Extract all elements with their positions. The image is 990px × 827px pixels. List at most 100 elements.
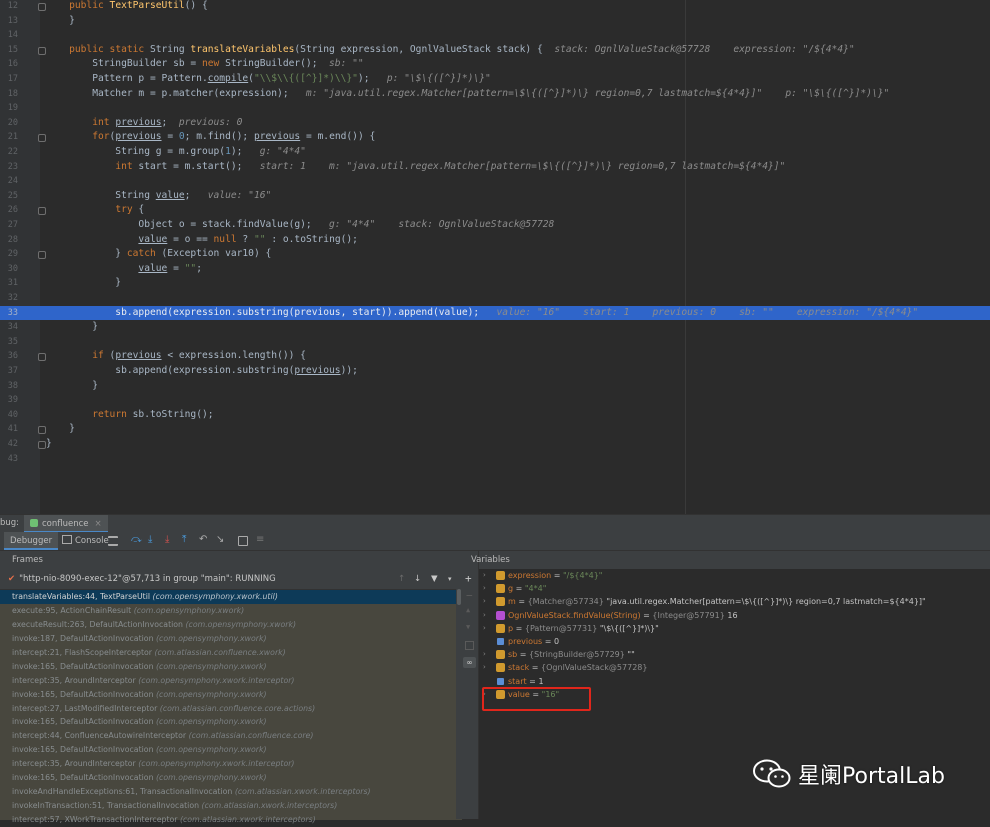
variable-row[interactable]: › g = "4*4" xyxy=(479,582,990,595)
fold-marker-icon[interactable] xyxy=(38,3,46,11)
code-line[interactable]: 21 for(previous = 0; m.find(); previous … xyxy=(0,130,990,145)
frame-item[interactable]: invokeInTransaction:51, TransactionalInv… xyxy=(0,799,462,813)
variables-tree[interactable]: › expression = "/${4*4}" › g = "4*4" › m = {M… xyxy=(479,569,990,701)
expand-arrow-icon[interactable]: › xyxy=(483,595,486,608)
fold-marker-icon[interactable] xyxy=(38,46,46,55)
fold-marker-icon[interactable] xyxy=(38,441,46,449)
code-line[interactable]: 35 xyxy=(0,335,990,350)
move-up-icon[interactable]: ▲ xyxy=(466,606,470,614)
scrollbar-thumb[interactable] xyxy=(457,589,461,605)
code-line[interactable]: 20 int previous; previous: 0 xyxy=(0,116,990,131)
remove-watch-icon[interactable]: − xyxy=(466,589,473,602)
evaluate-expression-icon[interactable] xyxy=(238,536,248,546)
frame-item[interactable]: invoke:165, DefaultActionInvocation (com… xyxy=(0,743,462,757)
down-arrow-icon[interactable]: ↓ xyxy=(414,569,421,589)
code-line[interactable]: 43 xyxy=(0,452,990,467)
code-line[interactable]: 27 Object o = stack.findValue(g); g: "4*… xyxy=(0,218,990,233)
code-line[interactable]: 26 try { xyxy=(0,203,990,218)
fold-marker-icon[interactable] xyxy=(38,426,46,435)
up-arrow-icon[interactable]: ↑ xyxy=(398,569,405,589)
code-line[interactable]: 29 } catch (Exception var10) { xyxy=(0,247,990,262)
frame-item[interactable]: intercept:21, FlashScopeInterceptor (com… xyxy=(0,646,462,660)
code-line[interactable]: 42} xyxy=(0,437,990,452)
watches-toggle-icon[interactable]: ∞ xyxy=(463,657,476,668)
step-out-icon[interactable]: ⤒ xyxy=(182,534,192,545)
frame-item[interactable]: invokeAndHandleExceptions:61, Transactio… xyxy=(0,785,462,799)
expand-arrow-icon[interactable]: › xyxy=(483,661,486,674)
variable-row[interactable]: › stack = {OgnlValueStack@57728} xyxy=(479,661,990,674)
add-watch-icon[interactable]: + xyxy=(465,572,472,585)
expand-arrow-icon[interactable]: › xyxy=(483,582,486,595)
layout-settings-icon[interactable]: ≡ xyxy=(256,534,266,545)
fold-marker-icon[interactable] xyxy=(38,251,46,260)
code-line[interactable]: 22 String g = m.group(1); g: "4*4" xyxy=(0,145,990,160)
step-over-icon[interactable]: ⤼ xyxy=(131,534,142,545)
code-line[interactable]: 36 if (previous < expression.length()) { xyxy=(0,349,990,364)
frame-list[interactable]: translateVariables:44, TextParseUtil (co… xyxy=(0,590,462,824)
frame-item[interactable]: invoke:165, DefaultActionInvocation (com… xyxy=(0,688,462,702)
tab-debugger[interactable]: Debugger xyxy=(4,532,59,550)
copy-icon[interactable] xyxy=(465,641,474,650)
code-line[interactable]: 31 } xyxy=(0,276,990,291)
expand-arrow-icon[interactable]: › xyxy=(483,609,486,622)
show-execution-point-icon[interactable] xyxy=(108,536,118,546)
frame-item[interactable]: invoke:187, DefaultActionInvocation (com… xyxy=(0,632,462,646)
frame-item[interactable]: intercept:35, AroundInterceptor (com.ope… xyxy=(0,674,462,688)
step-into-icon[interactable]: ⤓ xyxy=(148,534,158,545)
debug-session-tab[interactable]: confluence × xyxy=(24,515,108,533)
dropdown-chevron-icon[interactable]: ▾ xyxy=(448,569,452,589)
tab-console[interactable]: Console xyxy=(58,532,113,550)
frame-item[interactable]: intercept:35, AroundInterceptor (com.ope… xyxy=(0,757,462,771)
frame-item[interactable]: intercept:57, XWorkTransactionIntercepto… xyxy=(0,813,462,827)
current-execution-line[interactable]: 33 sb.append(expression.substring(previo… xyxy=(0,305,990,321)
thread-selector[interactable]: ✔ "http-nio-8090-exec-12"@57,713 in group… xyxy=(0,569,462,590)
variable-row[interactable]: › OgnlValueStack.findValue(String) = {Int… xyxy=(479,609,990,622)
frame-item[interactable]: intercept:27, LastModifiedInterceptor (c… xyxy=(0,702,462,716)
variable-row[interactable]: previous = 0 xyxy=(479,635,990,648)
code-line[interactable]: 14 xyxy=(0,28,990,43)
variable-row[interactable]: start = 1 xyxy=(479,675,990,688)
expand-arrow-icon[interactable]: › xyxy=(483,648,486,661)
code-line[interactable]: 16 StringBuilder sb = new StringBuilder(… xyxy=(0,57,990,72)
code-line[interactable]: 23 int start = m.start(); start: 1 m: "j… xyxy=(0,160,990,175)
code-line[interactable]: 25 String value; value: "16" xyxy=(0,189,990,204)
frame-item[interactable]: invoke:165, DefaultActionInvocation (com… xyxy=(0,771,462,785)
code-line[interactable]: 30 value = ""; xyxy=(0,262,990,277)
code-line[interactable]: 24 xyxy=(0,174,990,189)
expand-arrow-icon[interactable]: › xyxy=(483,622,486,635)
expand-arrow-icon[interactable]: › xyxy=(483,569,486,582)
variable-row[interactable]: › expression = "/${4*4}" xyxy=(479,569,990,582)
code-line[interactable]: 28 value = o == null ? "" : o.toString()… xyxy=(0,233,990,248)
close-icon[interactable]: × xyxy=(95,519,102,529)
code-line[interactable]: 32 xyxy=(0,291,990,306)
frame-item[interactable]: execute:95, ActionChainResult (com.opens… xyxy=(0,604,462,618)
frame-item[interactable]: invoke:165, DefaultActionInvocation (com… xyxy=(0,715,462,729)
code-line[interactable]: 18 Matcher m = p.matcher(expression); m:… xyxy=(0,87,990,102)
code-line[interactable]: 17 Pattern p = Pattern.compile("\\$\\{([… xyxy=(0,72,990,87)
fold-marker-icon[interactable] xyxy=(38,353,46,362)
code-line[interactable]: 13 } xyxy=(0,14,990,29)
variable-row[interactable]: › m = {Matcher@57734} "java.util.regex.Ma… xyxy=(479,595,990,608)
code-line[interactable]: 34 } xyxy=(0,320,990,335)
code-line[interactable]: 19 xyxy=(0,101,990,116)
code-line[interactable]: 37 sb.append(expression.substring(previo… xyxy=(0,364,990,379)
variable-row[interactable]: › p = {Pattern@57731} "\$\{([^}]*)\}" xyxy=(479,622,990,635)
frame-item[interactable]: executeResult:263, DefaultActionInvocati… xyxy=(0,618,462,632)
run-to-cursor-icon[interactable]: ↘ xyxy=(216,534,226,545)
filter-icon[interactable]: ▼ xyxy=(431,569,438,589)
frame-item[interactable]: intercept:44, ConfluenceAutowireIntercep… xyxy=(0,729,462,743)
code-line[interactable]: 39 xyxy=(0,393,990,408)
frame-item[interactable]: invoke:165, DefaultActionInvocation (com… xyxy=(0,660,462,674)
force-step-into-icon[interactable]: ⤓ xyxy=(165,534,175,545)
fold-marker-icon[interactable] xyxy=(38,134,46,143)
drop-frame-icon[interactable]: ↶ xyxy=(199,534,209,545)
frame-item-selected[interactable]: translateVariables:44, TextParseUtil (co… xyxy=(0,590,462,604)
code-line[interactable]: 40 return sb.toString(); xyxy=(0,408,990,423)
code-line[interactable]: 15 public static String translateVariabl… xyxy=(0,43,990,58)
variable-row[interactable]: › sb = {StringBuilder@57729} "" xyxy=(479,648,990,661)
code-editor[interactable]: 12 public TextParseUtil() {13 } 14 15 publ… xyxy=(0,0,990,514)
code-line[interactable]: 41 } xyxy=(0,422,990,437)
move-down-icon[interactable]: ▼ xyxy=(466,623,470,631)
code-line[interactable]: 12 public TextParseUtil() { xyxy=(0,0,990,14)
code-line[interactable]: 38 } xyxy=(0,379,990,394)
